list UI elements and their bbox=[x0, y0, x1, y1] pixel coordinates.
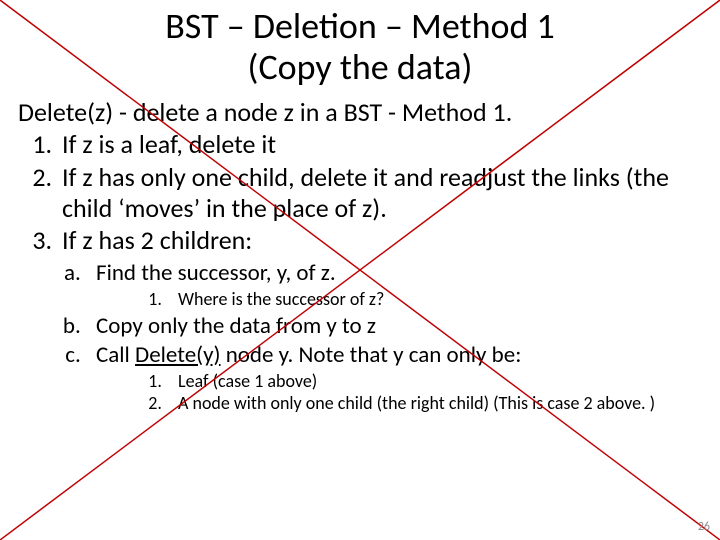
slide-title: BST – Deletion – Method 1 (Copy the data… bbox=[0, 0, 720, 89]
substep-c-1: Leaf (case 1 above) bbox=[166, 371, 704, 392]
substep-c: Call Delete(y) node y. Note that y can o… bbox=[86, 342, 704, 415]
substep-c-inner: Leaf (case 1 above) A node with only one… bbox=[96, 371, 704, 414]
slide: BST – Deletion – Method 1 (Copy the data… bbox=[0, 0, 720, 540]
delete-description: Delete(z) - delete a node z in a BST - M… bbox=[18, 97, 704, 128]
title-line-2: (Copy the data) bbox=[248, 45, 473, 89]
substep-b: Copy only the data from y to z bbox=[86, 313, 704, 340]
step-3: If z has 2 children: bbox=[58, 225, 704, 256]
substep-a-inner: Where is the successor of z? bbox=[96, 289, 704, 310]
substep-c-suffix: node y. Note that y can only be: bbox=[221, 341, 522, 369]
title-line-1: BST – Deletion – Method 1 bbox=[165, 4, 555, 48]
substeps-list: Find the successor, y, of z. Where is th… bbox=[16, 260, 704, 414]
substep-a: Find the successor, y, of z. Where is th… bbox=[86, 260, 704, 310]
page-number: 26 bbox=[698, 520, 710, 534]
main-steps-list: If z is a leaf, delete it If z has only … bbox=[16, 129, 704, 256]
slide-body: Delete(z) - delete a node z in a BST - M… bbox=[0, 89, 720, 414]
substep-c-2: A node with only one child (the right ch… bbox=[166, 393, 704, 414]
step-2: If z has only one child, delete it and r… bbox=[58, 162, 704, 223]
substep-a-1: Where is the successor of z? bbox=[166, 289, 704, 310]
substep-c-underline: Delete(y) bbox=[135, 341, 220, 369]
step-1: If z is a leaf, delete it bbox=[58, 129, 704, 160]
substep-c-prefix: Call bbox=[96, 341, 135, 369]
substep-a-text: Find the successor, y, of z. bbox=[96, 259, 336, 287]
